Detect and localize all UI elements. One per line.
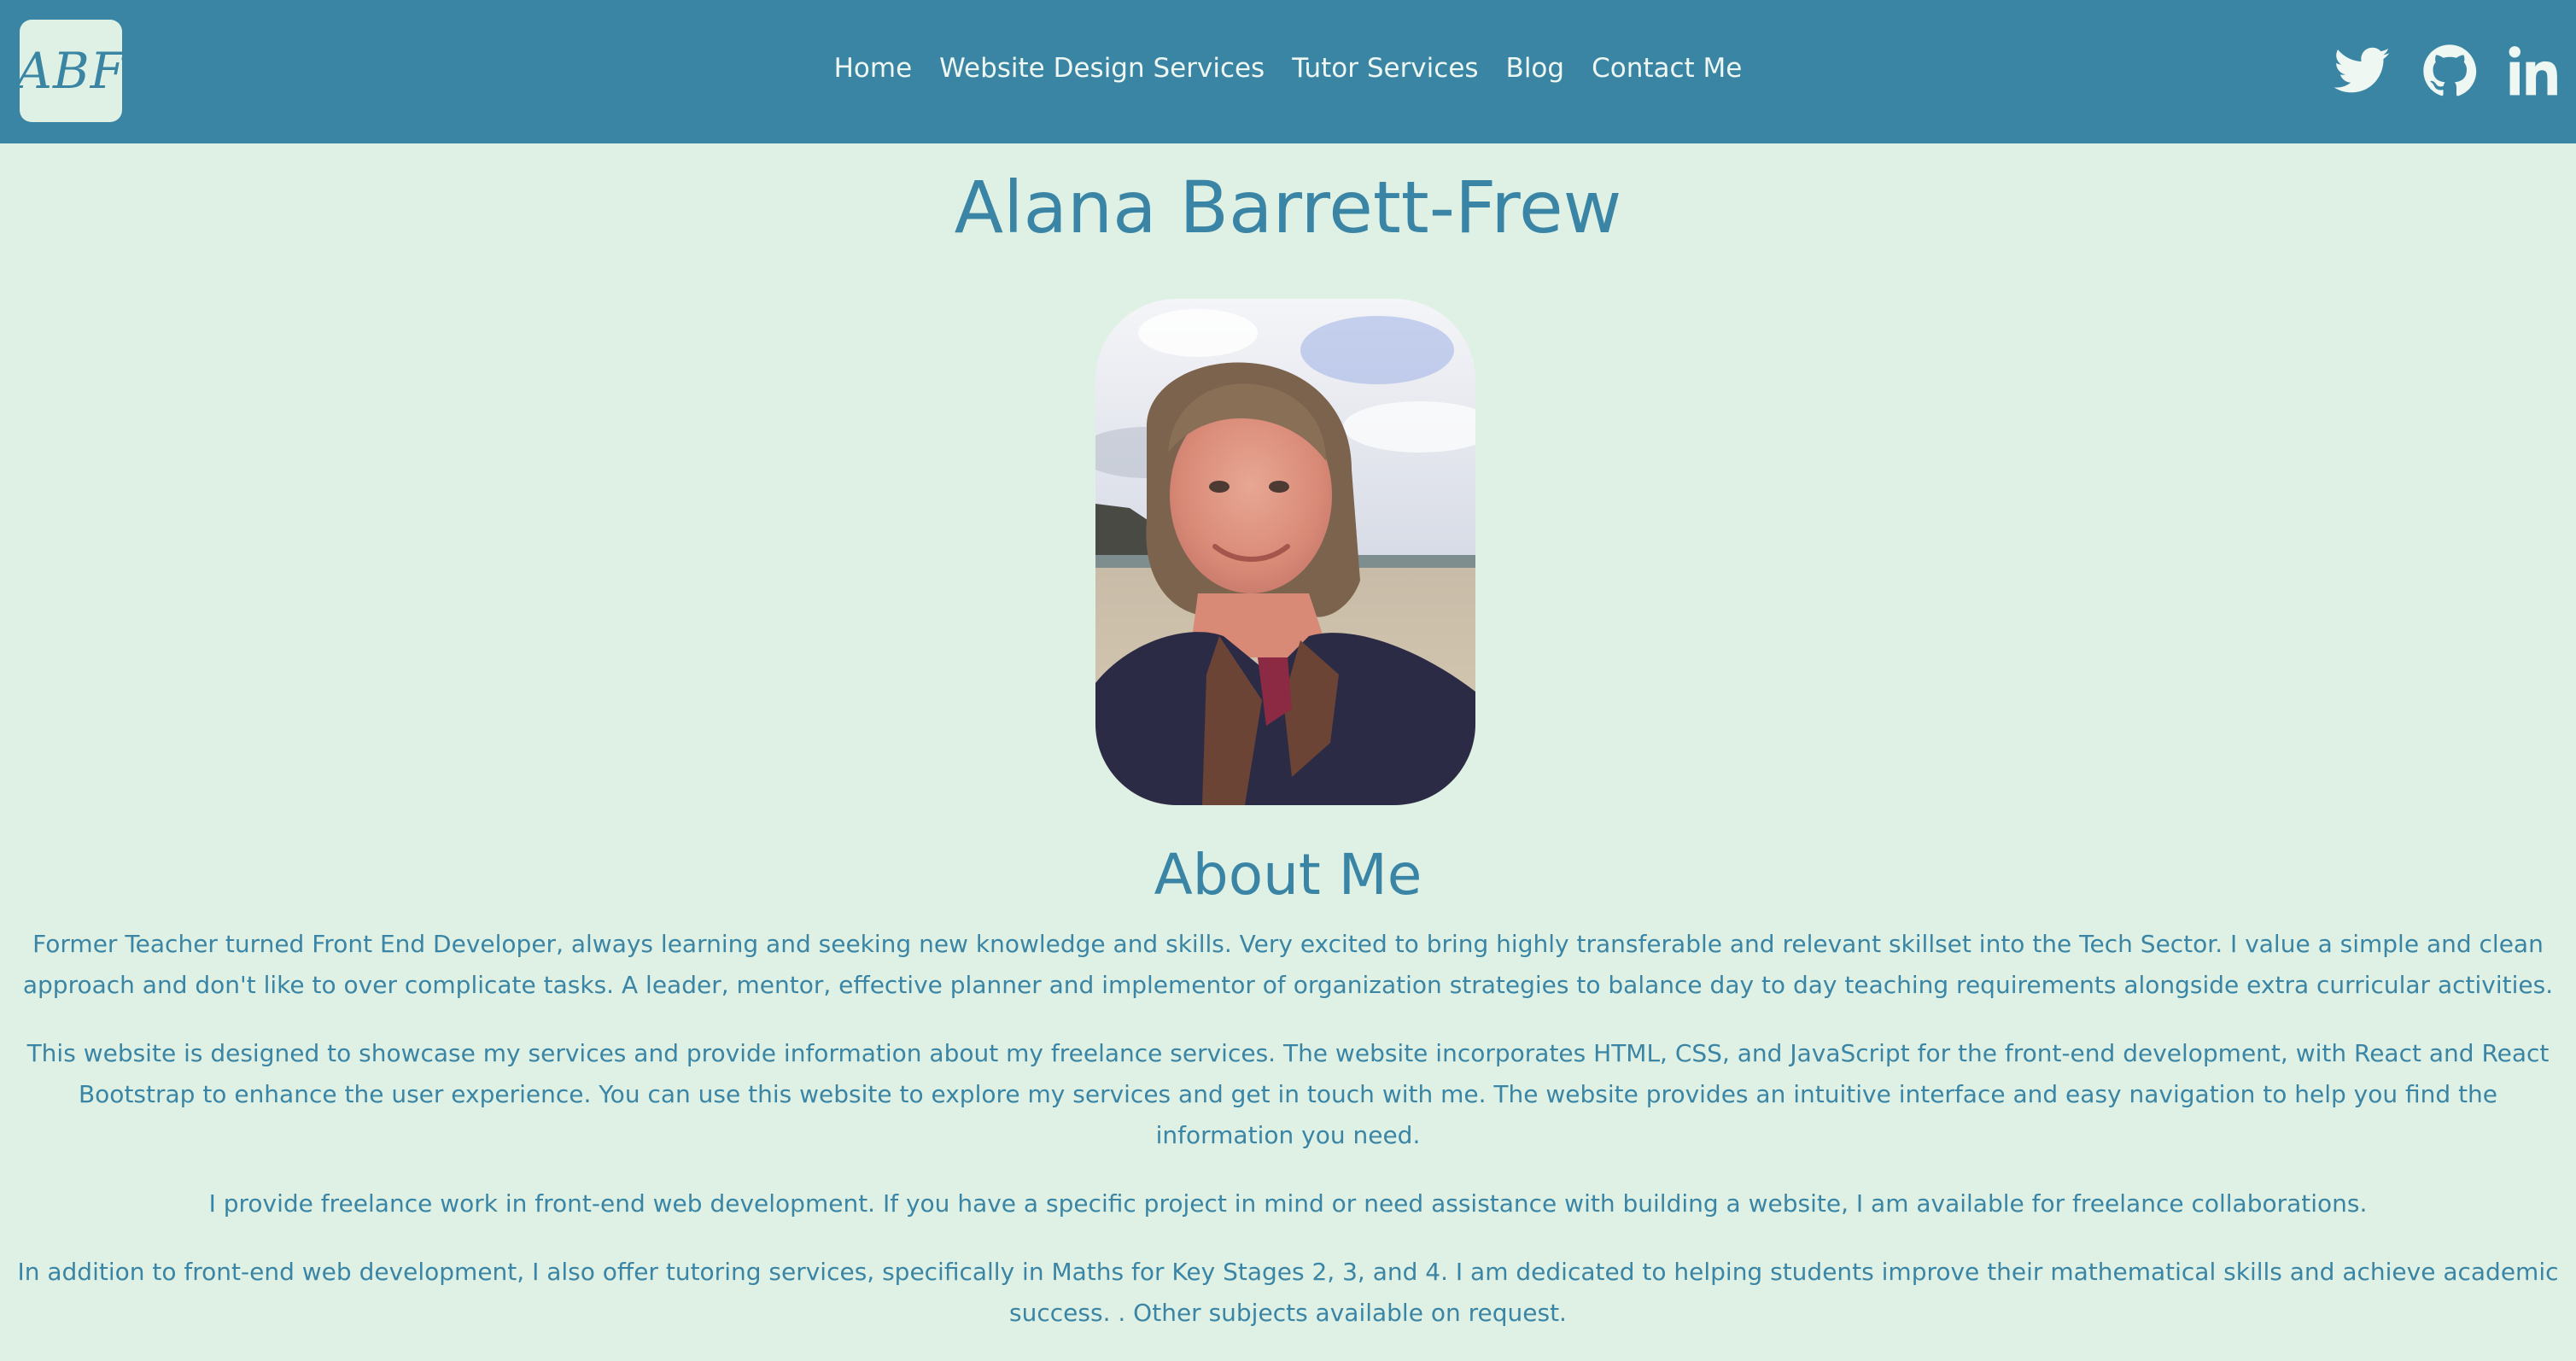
about-paragraph: I provide freelance work in front-end we… [208,1189,2368,1218]
about-paragraph: In addition to front-end web development… [17,1258,2559,1327]
nav-link-tutor-services[interactable]: Tutor Services [1292,53,1478,84]
about-paragraph: Former Teacher turned Front End Develope… [22,930,2554,999]
github-icon[interactable] [2420,41,2480,101]
nav-link-blog[interactable]: Blog [1506,53,1565,84]
nav-link-contact-me[interactable]: Contact Me [1592,53,1742,84]
page-title: Alana Barrett-Frew [954,166,1622,249]
logo[interactable]: ABF [16,20,125,122]
about-paragraph: This website is designed to showcase my … [26,1039,2550,1149]
about-heading: About Me [1154,842,1422,908]
navbar: ABF Home Website Design Services Tutor S… [0,0,2576,143]
nav-links: Home Website Design Services Tutor Servi… [0,0,2576,137]
nav-link-home[interactable]: Home [834,53,913,84]
nav-link-website-design-services[interactable]: Website Design Services [939,53,1265,84]
twitter-icon[interactable] [2333,41,2392,101]
profile-photo [1095,299,1475,805]
logo-text: ABF [16,42,126,100]
about-section: Former Teacher turned Front End Develope… [17,924,2559,1361]
linkedin-icon[interactable] [2504,41,2564,101]
